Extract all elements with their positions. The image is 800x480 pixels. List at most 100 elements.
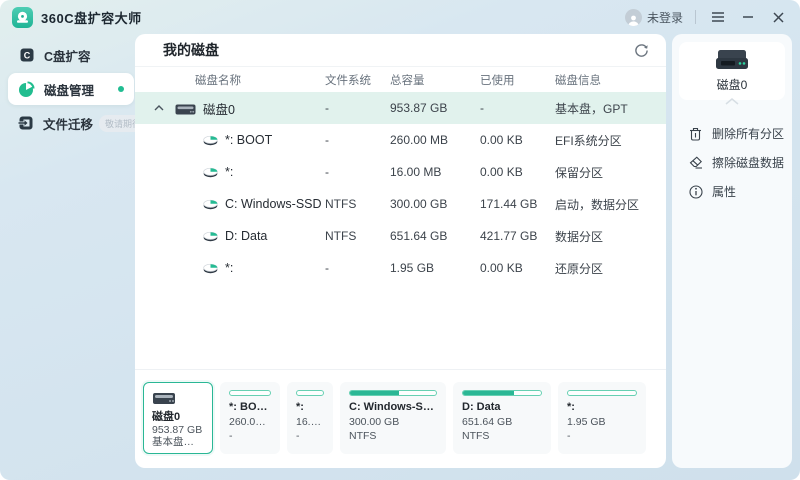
table-row-partition[interactable]: C: Windows-SSD NTFS 300.00 GB 171.44 GB …	[135, 188, 666, 220]
main-panel: 我的磁盘 磁盘名称 文件系统 总容量 已使用 磁盘信息 磁盘0 -	[135, 34, 666, 468]
partition-card-reserved[interactable]: *: 16.00 MB -	[287, 382, 333, 454]
active-indicator-dot	[118, 86, 124, 92]
cell-total: 260.00 MB	[390, 133, 480, 147]
partition-name: *:	[225, 261, 233, 275]
cell-total: 953.87 GB	[390, 101, 480, 115]
col-disk-name: 磁盘名称	[151, 72, 241, 88]
disk-actions-menu: 删除所有分区 擦除磁盘数据 属性	[672, 119, 792, 206]
partition-card-boot[interactable]: *: BOOT 260.00 MB -	[220, 382, 280, 454]
card-name: 磁盘0	[152, 408, 204, 421]
cell-info: 还原分区	[555, 260, 650, 277]
table-row-partition[interactable]: *: BOOT - 260.00 MB 0.00 KB EFI系统分区	[135, 124, 666, 156]
card-fs: NTFS	[349, 429, 437, 443]
partition-icon	[203, 166, 218, 178]
sidebar-item-disk-management[interactable]: 磁盘管理	[8, 73, 134, 105]
action-label: 属性	[712, 183, 736, 200]
table-row-partition[interactable]: *: - 16.00 MB 0.00 KB 保留分区	[135, 156, 666, 188]
cell-fs: -	[325, 165, 390, 179]
card-name: *:	[567, 401, 637, 413]
titlebar-divider	[695, 10, 696, 24]
close-icon[interactable]	[768, 7, 788, 27]
eraser-icon	[688, 155, 703, 170]
card-name: *: BOOT	[229, 401, 271, 413]
cell-used: 0.00 KB	[480, 133, 555, 147]
cell-total: 300.00 GB	[390, 197, 480, 211]
refresh-icon[interactable]	[630, 39, 652, 61]
cell-used: -	[480, 101, 555, 115]
cell-used: 171.44 GB	[480, 197, 555, 211]
card-capacity: 953.87 GB	[152, 423, 204, 434]
action-label: 删除所有分区	[712, 125, 784, 142]
table-row-partition[interactable]: D: Data NTFS 651.64 GB 421.77 GB 数据分区	[135, 220, 666, 252]
pie-chart-icon	[18, 81, 35, 98]
sidebar-item-file-migration[interactable]: 文件迁移 敬请期待	[8, 108, 134, 138]
card-fs: -	[296, 429, 324, 443]
partition-icon	[203, 134, 218, 146]
cell-used: 0.00 KB	[480, 261, 555, 275]
card-capacity: 16.00 MB	[296, 415, 324, 429]
card-capacity: 300.00 GB	[349, 415, 437, 429]
partition-name: *: BOOT	[225, 133, 272, 147]
usage-bar	[349, 390, 437, 396]
disk-card-disk0[interactable]: 磁盘0 953.87 GB 基本盘，GPT	[143, 382, 213, 454]
page-title: 我的磁盘	[163, 40, 219, 60]
table-row-disk0[interactable]: 磁盘0 - 953.87 GB - 基本盘，GPT	[135, 92, 666, 124]
app-logo-icon	[12, 7, 33, 28]
col-total-capacity: 总容量	[390, 72, 480, 88]
partition-name: D: Data	[225, 229, 267, 243]
table-header: 磁盘名称 文件系统 总容量 已使用 磁盘信息	[135, 67, 666, 92]
chevron-up-icon[interactable]	[151, 100, 167, 116]
card-name: D: Data	[462, 401, 542, 413]
card-fs: -	[567, 429, 637, 443]
partition-name: C: Windows-SSD	[225, 197, 322, 211]
cell-info: 基本盘，GPT	[555, 100, 650, 117]
partition-card-d[interactable]: D: Data 651.64 GB NTFS	[453, 382, 551, 454]
partition-icon	[203, 230, 218, 242]
card-fs: -	[229, 429, 271, 443]
chevron-up-icon	[672, 98, 792, 105]
table-row-partition[interactable]: *: - 1.95 GB 0.00 KB 还原分区	[135, 252, 666, 284]
card-capacity: 1.95 GB	[567, 415, 637, 429]
disk-name: 磁盘0	[203, 99, 235, 118]
usage-bar	[567, 390, 637, 396]
sidebar-item-c-drive-expand[interactable]: C C盘扩容	[8, 40, 134, 70]
delete-all-partitions-button[interactable]: 删除所有分区	[672, 119, 792, 148]
cell-fs: NTFS	[325, 197, 390, 211]
sidebar-item-label: 文件迁移	[43, 114, 93, 133]
card-fs: NTFS	[462, 429, 542, 443]
usage-bar	[462, 390, 542, 396]
cell-total: 651.64 GB	[390, 229, 480, 243]
cell-used: 0.00 KB	[480, 165, 555, 179]
login-status-label: 未登录	[647, 9, 683, 26]
disk-icon	[152, 390, 204, 405]
action-label: 擦除磁盘数据	[712, 154, 784, 171]
cell-fs: -	[325, 133, 390, 147]
properties-button[interactable]: 属性	[672, 177, 792, 206]
partition-icon	[203, 262, 218, 274]
file-migrate-icon	[18, 115, 34, 132]
usage-bar	[296, 390, 324, 396]
selected-disk-card: 磁盘0	[679, 42, 785, 100]
card-capacity: 260.00 MB	[229, 415, 271, 429]
col-file-system: 文件系统	[325, 72, 390, 88]
titlebar: 360C盘扩容大师 未登录	[0, 0, 800, 34]
card-capacity: 651.64 GB	[462, 415, 542, 429]
sidebar-item-label: C盘扩容	[44, 46, 91, 65]
menu-icon[interactable]	[708, 7, 728, 27]
partition-name: *:	[225, 165, 233, 179]
erase-disk-data-button[interactable]: 擦除磁盘数据	[672, 148, 792, 177]
app-window: 360C盘扩容大师 未登录 C C盘扩容	[0, 0, 800, 480]
partition-card-recovery[interactable]: *: 1.95 GB -	[558, 382, 646, 454]
minimize-icon[interactable]	[738, 7, 758, 27]
panel-header: 我的磁盘	[135, 34, 666, 67]
cell-info: EFI系统分区	[555, 132, 650, 149]
partition-card-c[interactable]: C: Windows-SSD 300.00 GB NTFS	[340, 382, 446, 454]
disk-icon	[175, 102, 196, 115]
user-account[interactable]: 未登录	[625, 9, 683, 26]
cell-info: 数据分区	[555, 228, 650, 245]
partition-icon	[203, 198, 218, 210]
cell-info: 启动，数据分区	[555, 196, 650, 213]
cell-used: 421.77 GB	[480, 229, 555, 243]
trash-icon	[688, 126, 703, 141]
cell-fs: -	[325, 261, 390, 275]
